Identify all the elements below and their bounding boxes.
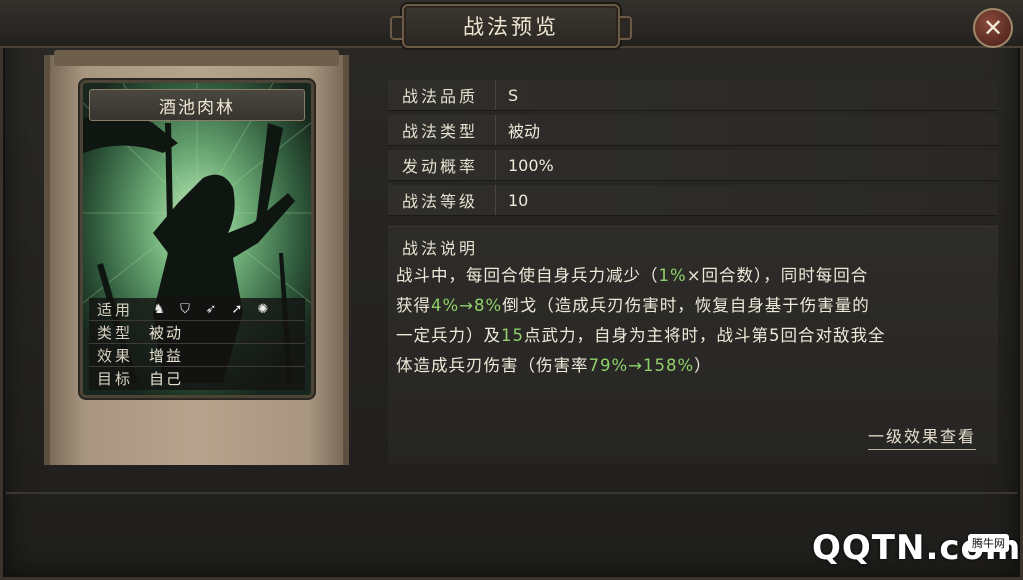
window-title: 战法预览: [463, 15, 559, 39]
info-row-target: 目标 自己: [89, 367, 305, 390]
stat-row-type: 战法类型 被动: [388, 115, 998, 146]
info-key: 效果: [97, 346, 134, 365]
shield-icon: ⛉: [180, 301, 190, 317]
stat-value: S: [508, 85, 519, 105]
unit-type-icons: ♞ ⛉ ➶ ➚ ✺: [145, 301, 271, 317]
info-key: 目标: [97, 370, 134, 388]
watermark-badge: 腾牛网: [968, 534, 1009, 552]
stat-value: 被动: [508, 122, 541, 141]
description-line: 获得4%→8%倒戈（造成兵刃伤害时，恢复自身基于伤害量的: [396, 296, 870, 315]
info-value: 自己: [149, 370, 184, 388]
info-key: 适用: [97, 300, 134, 319]
level-one-effect-link[interactable]: 一级效果查看: [867, 423, 976, 450]
description-line: 战斗中，每回合使自身兵力减少（1%×回合数），同时每回合: [396, 266, 869, 285]
skill-info-table: 适用 ♞ ⛉ ➶ ➚ ✺ 类型 被动 效果 增益 目标 自己: [89, 298, 305, 390]
close-icon: ✕: [982, 14, 1004, 42]
watermark: QQTN.com 腾牛网: [812, 522, 1020, 574]
stat-key: 发动概率: [388, 150, 496, 180]
stat-key: 战法等级: [388, 185, 496, 215]
info-row-effect: 效果 增益: [89, 344, 305, 367]
stat-row-quality: 战法品质 S: [388, 80, 998, 111]
info-row-type: 类型 被动: [89, 321, 305, 344]
skill-name: 酒池肉林: [89, 89, 305, 121]
stat-key: 战法品质: [388, 80, 496, 110]
title-plate: 战法预览: [390, 4, 632, 48]
stat-row-level: 战法等级 10: [388, 185, 998, 216]
stat-key: 战法类型: [388, 115, 496, 145]
info-key: 类型: [97, 323, 134, 342]
bow-icon: ➶: [205, 301, 217, 317]
description-text: 战斗中，每回合使自身兵力减少（1%×回合数），同时每回合 获得4%→8%倒戈（造…: [396, 261, 990, 381]
spear-icon: ➚: [231, 301, 243, 317]
wheel-icon: ✺: [257, 301, 269, 317]
description-line: 一定兵力）及15点武力，自身为主将时，战斗第5回合对敌我全: [396, 326, 886, 345]
stat-value: 100%: [508, 155, 554, 175]
description-line: 体造成兵刃伤害（伤害率79%→158%）: [396, 356, 712, 375]
stat-row-probability: 发动概率 100%: [388, 150, 998, 181]
scroll-rod: [54, 50, 339, 66]
info-value: 增益: [149, 346, 184, 365]
info-value: 被动: [149, 323, 184, 342]
stat-value: 10: [508, 190, 529, 210]
skill-card: 酒池肉林 适用 ♞ ⛉ ➶ ➚ ✺ 类型 被动 效果 增益 目标 自己: [80, 80, 314, 398]
cavalry-icon: ♞: [153, 301, 165, 317]
description-panel: 战法说明 战斗中，每回合使自身兵力减少（1%×回合数），同时每回合 获得4%→8…: [388, 226, 998, 464]
divider: [6, 492, 1017, 494]
info-row-applicable: 适用 ♞ ⛉ ➶ ➚ ✺: [89, 298, 305, 321]
close-button[interactable]: ✕: [973, 8, 1013, 48]
description-title: 战法说明: [402, 239, 479, 258]
